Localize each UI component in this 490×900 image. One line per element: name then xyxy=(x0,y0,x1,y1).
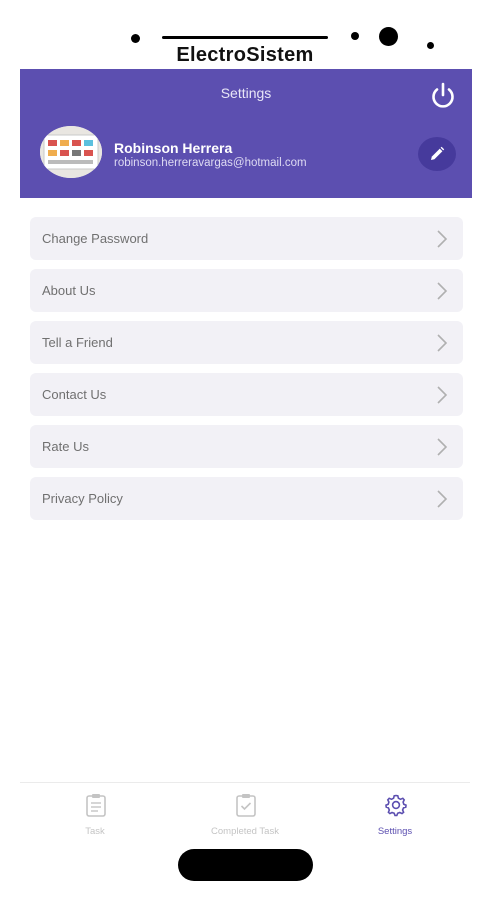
settings-menu: Change Password About Us Tell a Friend C… xyxy=(30,217,463,529)
tab-task[interactable]: Task xyxy=(20,786,170,846)
menu-item-about-us[interactable]: About Us xyxy=(30,269,463,312)
user-name: Robinson Herrera xyxy=(114,140,233,156)
tab-settings[interactable]: Settings xyxy=(320,786,470,846)
pencil-icon xyxy=(431,146,445,160)
page-title: Settings xyxy=(220,85,272,101)
menu-item-privacy-policy[interactable]: Privacy Policy xyxy=(30,477,463,520)
chevron-right-icon xyxy=(437,489,448,508)
clipboard-check-icon xyxy=(236,794,256,817)
chevron-right-icon xyxy=(437,385,448,404)
menu-item-contact-us[interactable]: Contact Us xyxy=(30,373,463,416)
power-icon xyxy=(432,82,454,108)
device-brand-label: ElectroSistem xyxy=(176,44,314,66)
tab-label: Task xyxy=(85,826,105,837)
user-email: robinson.herreravargas@hotmail.com xyxy=(114,157,307,169)
menu-item-label: Change Password xyxy=(42,231,149,246)
sensor-dot xyxy=(351,32,359,40)
avatar-image xyxy=(40,126,102,178)
menu-item-label: About Us xyxy=(42,283,96,298)
chevron-right-icon xyxy=(437,333,448,352)
bottom-nav-divider xyxy=(20,782,470,783)
device-top-frame: ElectroSistem xyxy=(0,0,490,70)
menu-item-tell-a-friend[interactable]: Tell a Friend xyxy=(30,321,463,364)
tab-label: Completed Task xyxy=(211,826,279,837)
tab-completed-task[interactable]: Completed Task xyxy=(170,786,320,846)
gear-icon xyxy=(385,794,407,817)
home-indicator[interactable] xyxy=(178,849,313,881)
edit-profile-button[interactable] xyxy=(418,137,456,171)
speaker-line xyxy=(162,36,328,39)
sensor-dot xyxy=(131,34,140,43)
tab-label: Settings xyxy=(377,826,413,837)
clipboard-icon xyxy=(86,794,106,817)
menu-item-change-password[interactable]: Change Password xyxy=(30,217,463,260)
avatar[interactable] xyxy=(40,126,102,178)
profile-header: Settings Robinson Herrera robinson.herre… xyxy=(20,69,472,198)
menu-item-rate-us[interactable]: Rate Us xyxy=(30,425,463,468)
menu-item-label: Contact Us xyxy=(42,387,107,402)
chevron-right-icon xyxy=(437,437,448,456)
logout-button[interactable] xyxy=(426,78,460,112)
chevron-right-icon xyxy=(437,229,448,248)
menu-item-label: Tell a Friend xyxy=(42,335,113,350)
menu-item-label: Rate Us xyxy=(42,439,89,454)
menu-item-label: Privacy Policy xyxy=(42,491,123,506)
chevron-right-icon xyxy=(437,281,448,300)
bottom-nav: Task Completed Task Settings xyxy=(20,786,470,846)
